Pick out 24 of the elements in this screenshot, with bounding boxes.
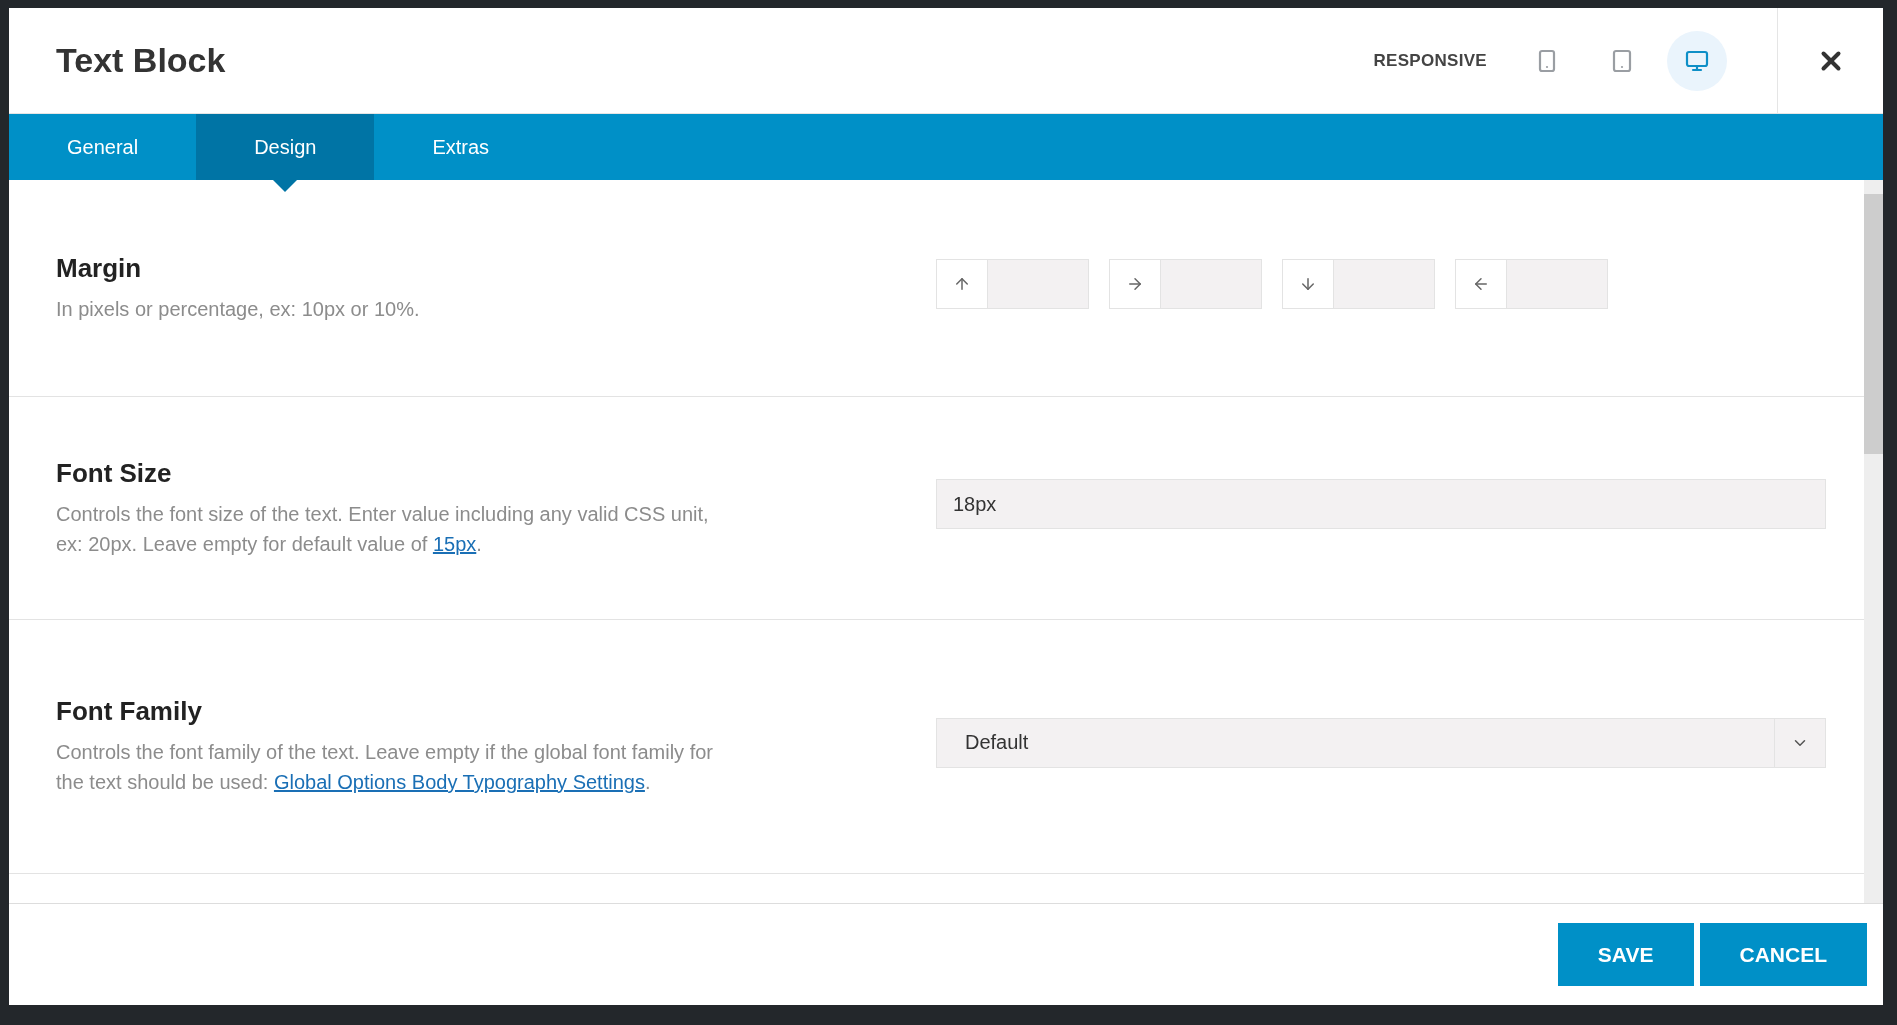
settings-link[interactable]: 15px [432, 532, 477, 555]
active-tab-pointer [273, 180, 298, 192]
settings-link[interactable]: Global Options Body Typography Settings [273, 771, 645, 793]
setting-description: Controls the font size of the text. Enter value including any valid CSS unit, ex: 20px. Leave empty for default value of 15px. [56, 501, 710, 557]
setting-label: Margin [56, 252, 143, 284]
setting-label: Font Size [56, 457, 173, 489]
margin-field[interactable] [936, 259, 1089, 309]
margin-field[interactable] [1109, 259, 1262, 309]
save-button[interactable]: SAVE [1557, 923, 1694, 986]
margin-field[interactable] [1455, 259, 1608, 309]
tablet-icon [1610, 48, 1634, 73]
responsive-label: RESPONSIVE [1373, 50, 1487, 71]
cancel-button[interactable]: CANCEL [1699, 923, 1867, 986]
dialog-title: Text Block [56, 41, 227, 80]
setting-label: Font Family [56, 696, 203, 727]
margin-field[interactable] [1282, 259, 1435, 309]
font-size-field[interactable]: 18px [936, 479, 1826, 529]
setting-description: Controls the font family of the text. Leave empty if the global font family for the text should be used: Global Options Body Typography Settings. [56, 740, 714, 795]
tab[interactable]: Extras [374, 114, 548, 180]
font-family-select[interactable]: Default [936, 717, 1826, 768]
scrollbar[interactable] [1864, 180, 1883, 903]
setting-description: In pixels or percentage, ex: 10px or 10%. [56, 296, 421, 322]
tab[interactable]: General [9, 114, 197, 180]
desktop-icon [1685, 48, 1709, 73]
